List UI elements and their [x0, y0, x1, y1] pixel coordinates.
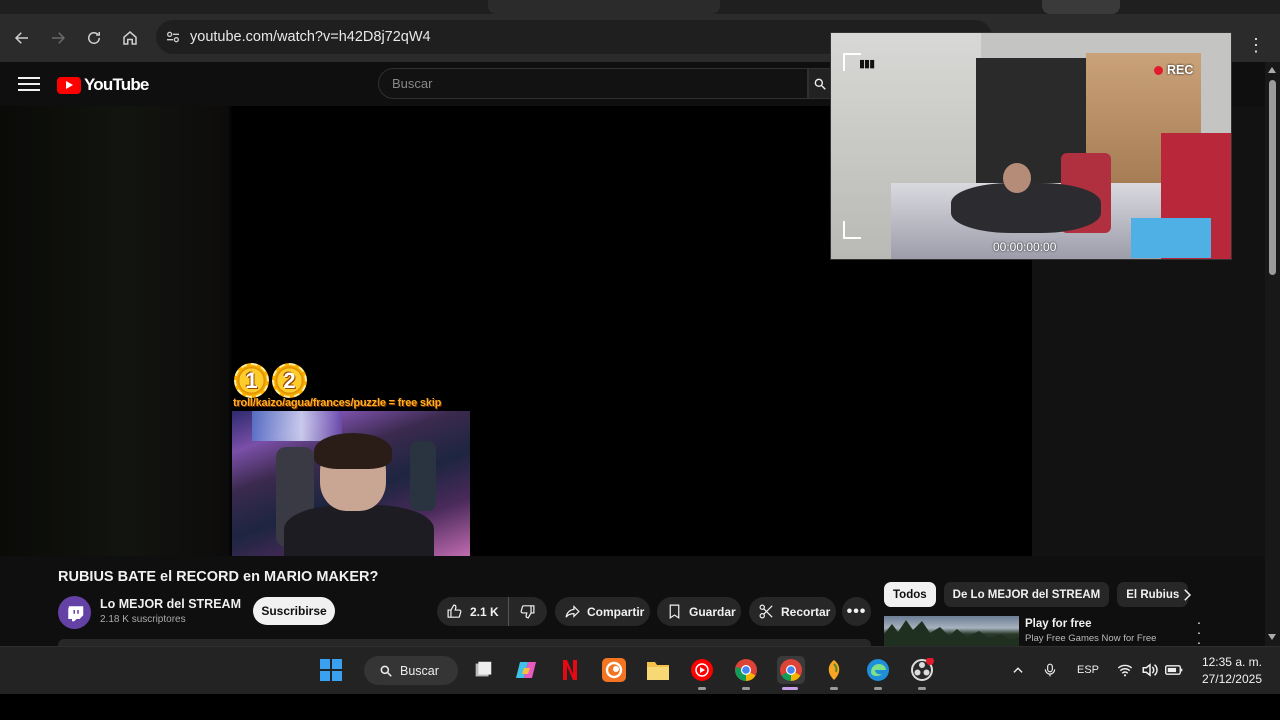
save-label: Guardar — [689, 604, 736, 619]
share-icon — [565, 605, 580, 618]
dislike-button[interactable] — [509, 603, 546, 620]
forward-button[interactable] — [44, 24, 72, 52]
related-filter-chips: Todos De Lo MEJOR del STREAM El Rubius — [884, 582, 1189, 607]
input-language[interactable]: ESP — [1074, 656, 1102, 684]
chevron-right-icon[interactable] — [1178, 585, 1196, 605]
home-button[interactable] — [116, 24, 144, 52]
search-field[interactable] — [378, 68, 808, 99]
youtube-play-icon — [57, 76, 81, 94]
taskbar-search[interactable]: Buscar — [364, 656, 458, 685]
medal-1: 1 — [234, 363, 269, 398]
task-view-icon[interactable] — [470, 657, 496, 683]
browser-tab-active[interactable] — [488, 0, 720, 14]
search-icon — [380, 665, 392, 677]
more-actions-button[interactable]: ••• — [842, 597, 871, 626]
subscribe-button[interactable]: Suscribirse — [253, 597, 335, 625]
reload-button[interactable] — [80, 24, 108, 52]
taskbar-running-indicator — [698, 687, 706, 690]
home-icon — [123, 31, 137, 45]
back-arrow-icon — [14, 32, 28, 44]
crunchyroll-icon[interactable] — [601, 657, 627, 683]
stream-overlay-text: troll/kaizo/agua/frances/puzzle = free s… — [233, 397, 442, 409]
ad-subtitle: Play Free Games Now for Free — [1025, 633, 1157, 644]
edge-icon[interactable] — [865, 657, 891, 683]
share-label: Compartir — [587, 604, 645, 619]
browser-tab[interactable] — [1042, 0, 1120, 14]
chip-all[interactable]: Todos — [884, 582, 936, 607]
browser-tab-strip — [0, 0, 1280, 14]
taskbar-active-indicator — [782, 687, 798, 690]
channel-name[interactable]: Lo MEJOR del STREAM — [100, 597, 241, 611]
file-explorer-icon[interactable] — [645, 657, 671, 683]
chevron-up-icon[interactable] — [1008, 656, 1028, 684]
screen-letterbox — [0, 694, 1280, 720]
battery-icon: ▮▮▮ — [859, 58, 875, 70]
rec-dot-icon — [1154, 65, 1163, 75]
back-button[interactable] — [8, 24, 36, 52]
fl-studio-icon[interactable] — [821, 657, 847, 683]
taskbar-running-indicator — [874, 687, 882, 690]
picture-in-picture-window[interactable]: ▮▮▮ REC 00:00:00:00 — [830, 32, 1232, 260]
ad-thumbnail[interactable] — [884, 616, 1019, 646]
youtube-logo[interactable]: YouTube — [57, 75, 149, 95]
taskbar-running-indicator — [918, 687, 926, 690]
netflix-icon[interactable] — [557, 657, 583, 683]
windows-start-icon[interactable] — [318, 657, 344, 683]
medal-overlay: 1 2 — [234, 363, 307, 398]
streamer-webcam — [232, 411, 470, 556]
save-button[interactable]: Guardar — [657, 597, 741, 626]
page-scrollbar[interactable] — [1265, 62, 1280, 646]
taskbar-search-label: Buscar — [400, 663, 439, 678]
wifi-icon[interactable] — [1114, 656, 1136, 684]
rec-label: REC — [1167, 63, 1194, 77]
pip-timecode: 00:00:00:00 — [993, 240, 1057, 254]
volume-icon[interactable] — [1139, 656, 1161, 684]
taskbar-running-indicator — [742, 687, 750, 690]
scroll-up-icon[interactable] — [1268, 67, 1276, 73]
chrome-icon[interactable] — [733, 657, 759, 683]
browser-menu-icon[interactable]: ⋮ — [1232, 30, 1280, 60]
rec-indicator: REC — [1154, 63, 1193, 77]
scissors-icon — [759, 604, 773, 619]
bookmark-icon — [669, 604, 680, 620]
twitch-icon — [67, 605, 83, 621]
clip-label: Recortar — [781, 604, 831, 619]
site-settings-icon[interactable] — [156, 29, 190, 45]
clip-button[interactable]: Recortar — [749, 597, 836, 626]
youtube-logo-text: YouTube — [84, 75, 149, 94]
ad-title[interactable]: Play for free — [1025, 618, 1091, 630]
youtube-music-icon[interactable] — [689, 657, 715, 683]
ad-more-icon[interactable]: · · · — [1192, 615, 1206, 649]
clock-date: 27/12/2025 — [1201, 672, 1262, 686]
description-box[interactable] — [58, 639, 871, 646]
scroll-down-icon[interactable] — [1268, 634, 1276, 640]
share-button[interactable]: Compartir — [555, 597, 650, 626]
chrome-active-icon[interactable] — [777, 656, 805, 684]
url-text[interactable]: youtube.com/watch?v=h42D8j72qW4 — [190, 29, 431, 45]
taskbar-running-indicator — [830, 687, 838, 690]
video-title: RUBIUS BATE el RECORD en MARIO MAKER? — [58, 569, 379, 585]
battery-icon[interactable] — [1163, 656, 1185, 684]
obs-icon[interactable] — [909, 657, 935, 683]
clock-time: 12:35 a. m. — [1201, 655, 1262, 669]
reload-icon — [88, 32, 100, 44]
search-input[interactable] — [392, 76, 807, 91]
thumbs-down-icon — [520, 605, 535, 619]
system-clock[interactable]: 12:35 a. m. 27/12/2025 — [1192, 654, 1262, 688]
like-count: 2.1 K — [470, 604, 499, 619]
scroll-thumb[interactable] — [1269, 80, 1276, 275]
menu-icon[interactable] — [18, 74, 40, 94]
copilot-icon[interactable] — [513, 657, 539, 683]
chip-channel[interactable]: De Lo MEJOR del STREAM — [943, 582, 1110, 607]
like-dislike-group: 2.1 K — [437, 597, 547, 626]
medal-2: 2 — [272, 363, 307, 398]
search-icon — [814, 78, 826, 90]
thumbs-up-icon — [447, 604, 462, 618]
search-button[interactable] — [808, 68, 832, 99]
like-button[interactable]: 2.1 K — [437, 597, 509, 626]
channel-subscribers: 2.18 K suscriptores — [100, 614, 186, 625]
microphone-icon[interactable] — [1040, 656, 1060, 684]
forward-arrow-icon — [52, 32, 66, 44]
channel-avatar[interactable] — [58, 596, 91, 629]
